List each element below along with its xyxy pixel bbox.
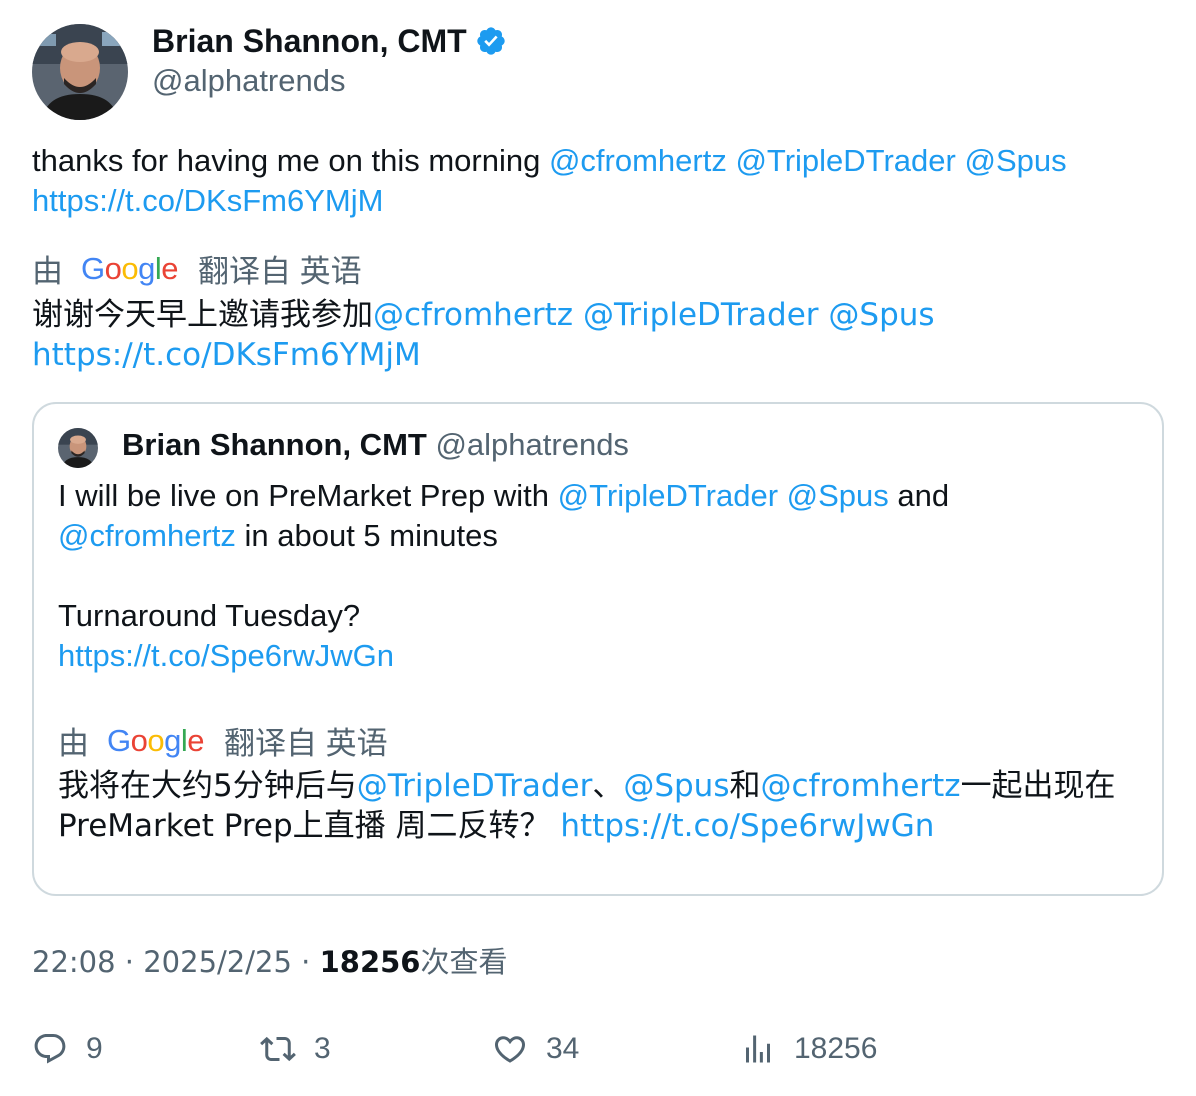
quote-author-handle[interactable]: @alphatrends — [435, 427, 628, 462]
translated-text-plain: 谢谢今天早上邀请我参加 — [32, 297, 373, 333]
google-logo-icon: Google — [107, 722, 205, 758]
mention-link[interactable]: @TripleDTrader — [558, 478, 778, 513]
quote-translation-attribution: 由 Google 翻译自 英语 — [58, 718, 388, 763]
mention-link[interactable]: @Spus — [964, 143, 1066, 178]
analytics-icon — [746, 1035, 770, 1063]
quote-url-link[interactable]: https://t.co/Spe6rwJwGn — [560, 808, 934, 844]
translated-by-label: 由 — [32, 254, 63, 289]
reply-count: 9 — [86, 1032, 103, 1065]
quote-text-line: Turnaround Tuesday? — [58, 598, 361, 633]
translated-text-plain: 我将在大约5分钟后与 — [58, 768, 357, 804]
translated-tweet-text: 谢谢今天早上邀请我参加@cfromhertz @TripleDTrader @S… — [32, 295, 1162, 375]
tweet-meta: 22:08 · 2025/2/25 · 18256次查看 — [32, 945, 508, 979]
reply-button[interactable]: 9 — [32, 1030, 103, 1068]
tweet-text: thanks for having me on this morning @cf… — [32, 141, 1162, 221]
translation-attribution: 由 Google 翻译自 英语 — [32, 246, 362, 291]
tweet-date[interactable]: 2025/2/25 — [143, 945, 292, 979]
verified-badge-icon — [475, 25, 507, 57]
quote-text-plain: I will be live on PreMarket Prep with — [58, 478, 558, 513]
mention-link[interactable]: @cfromhertz — [373, 297, 573, 333]
translated-text-plain: 、 — [592, 768, 624, 804]
tweet-url-link[interactable]: https://t.co/DKsFm6YMjM — [32, 337, 421, 373]
mention-link[interactable]: @TripleDTrader — [357, 768, 593, 804]
mention-link[interactable]: @Spus — [828, 297, 934, 333]
quoted-tweet-card[interactable]: Brian Shannon, CMT @alphatrends I will b… — [32, 402, 1164, 896]
tweet-text-plain: thanks for having me on this morning — [32, 143, 549, 178]
retweet-icon — [260, 1036, 296, 1062]
retweet-count: 3 — [314, 1032, 331, 1065]
quote-text-plain: and — [888, 478, 950, 513]
quote-url-link[interactable]: https://t.co/Spe6rwJwGn — [58, 638, 394, 673]
tweet-url-link[interactable]: https://t.co/DKsFm6YMjM — [32, 183, 383, 218]
views-count: 18256 — [319, 945, 421, 979]
mention-link[interactable]: @cfromhertz — [760, 768, 960, 804]
mention-link[interactable]: @Spus — [787, 478, 889, 513]
reply-icon — [34, 1034, 66, 1064]
tweet-time[interactable]: 22:08 — [32, 945, 116, 979]
quote-text-plain: in about 5 minutes — [235, 518, 498, 553]
author-display-name[interactable]: Brian Shannon, CMT — [152, 22, 507, 60]
quote-header: Brian Shannon, CMT @alphatrends — [122, 426, 629, 464]
author-handle[interactable]: @alphatrends — [152, 62, 345, 100]
translated-by-label: 由 — [58, 726, 89, 761]
google-logo-icon: Google — [81, 250, 179, 286]
mention-link[interactable]: @TripleDTrader — [735, 143, 955, 178]
quote-author-name[interactable]: Brian Shannon, CMT — [122, 427, 427, 462]
translated-text-plain: PreMarket Prep上直播 周二反转？ — [58, 808, 561, 844]
mention-link[interactable]: @TripleDTrader — [583, 297, 819, 333]
quote-translated-text: 我将在大约5分钟后与@TripleDTrader、@Spus和@cfromher… — [58, 766, 1138, 846]
mention-link[interactable]: @cfromhertz — [549, 143, 727, 178]
views-suffix: 次查看 — [420, 945, 508, 979]
views-button[interactable]: 18256 — [740, 1030, 877, 1068]
views-action-count: 18256 — [794, 1032, 878, 1065]
author-avatar[interactable] — [32, 24, 128, 120]
translated-from-label: 翻译自 英语 — [198, 254, 362, 289]
like-button[interactable]: 34 — [492, 1030, 579, 1068]
mention-link[interactable]: @cfromhertz — [58, 518, 236, 553]
author-name-text[interactable]: Brian Shannon, CMT — [152, 22, 467, 60]
quote-text: I will be live on PreMarket Prep with @T… — [58, 476, 1138, 676]
like-count: 34 — [546, 1032, 580, 1065]
heart-icon — [494, 1036, 526, 1063]
translated-text-plain: 和 — [729, 768, 761, 804]
retweet-button[interactable]: 3 — [260, 1030, 331, 1068]
translated-from-label: 翻译自 英语 — [224, 726, 388, 761]
quote-author-avatar[interactable] — [58, 428, 98, 468]
mention-link[interactable]: @Spus — [623, 768, 729, 804]
translated-text-plain: 一起出现在 — [960, 768, 1116, 804]
